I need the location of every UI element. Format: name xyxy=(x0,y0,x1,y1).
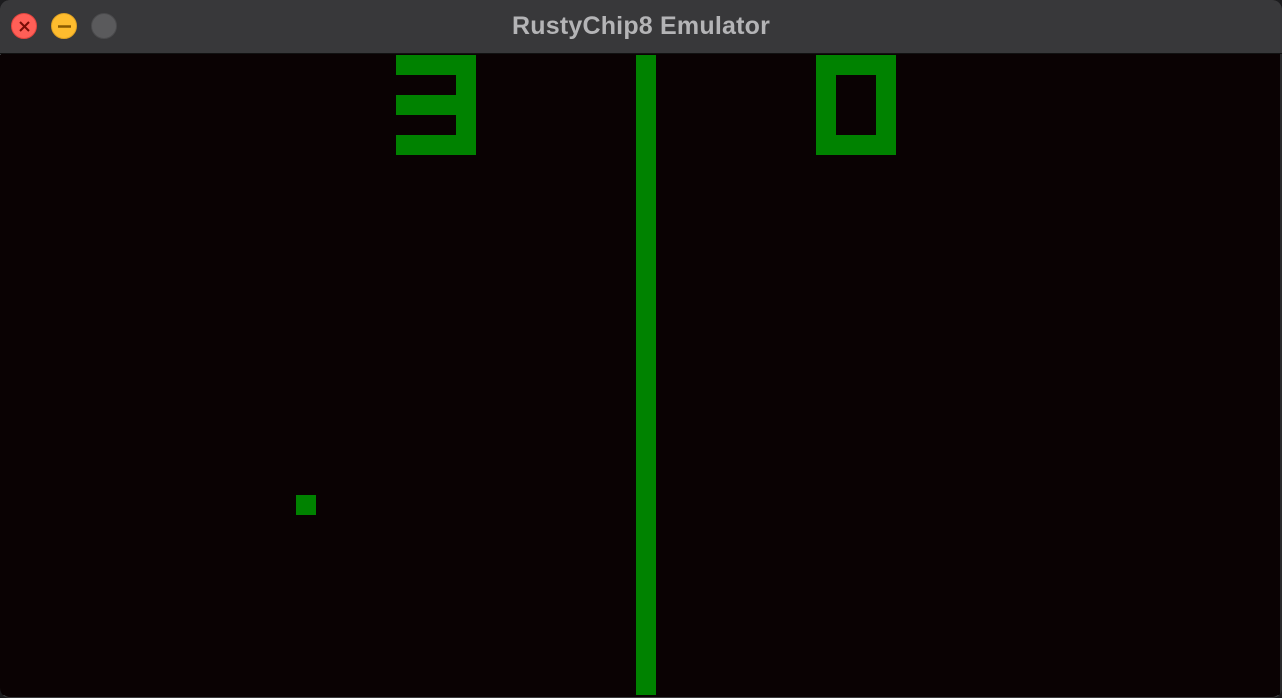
ball xyxy=(296,495,316,515)
game-screen[interactable] xyxy=(0,55,1280,695)
window-title: RustyChip8 Emulator xyxy=(512,12,770,40)
title-bar[interactable]: RustyChip8 Emulator xyxy=(0,0,1282,54)
center-line xyxy=(636,55,656,695)
app-window: RustyChip8 Emulator xyxy=(0,0,1282,698)
